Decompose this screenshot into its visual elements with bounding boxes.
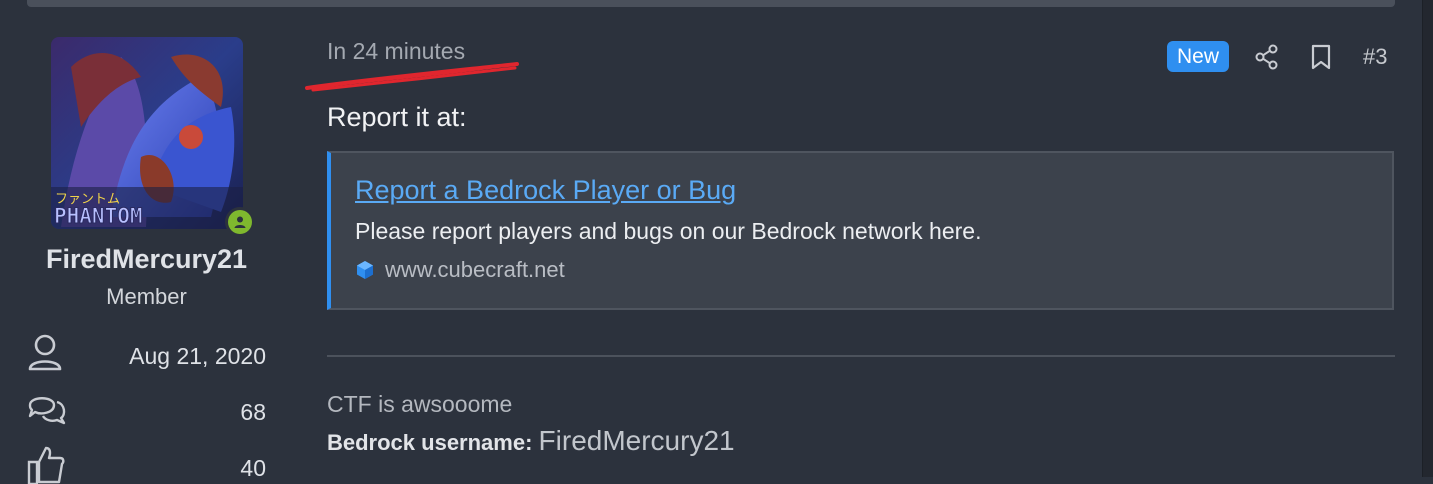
- avatar[interactable]: ファントム PHANTOM: [51, 37, 243, 229]
- svg-text:PHANTOM: PHANTOM: [54, 204, 143, 228]
- message-count: 68: [240, 399, 266, 425]
- user-icon: [28, 334, 62, 371]
- signature-line: CTF is awsooome: [327, 391, 513, 417]
- link-preview-domain: www.cubecraft.net: [355, 257, 565, 283]
- link-preview-domain-text: www.cubecraft.net: [385, 257, 565, 282]
- new-badge: New: [1167, 41, 1229, 72]
- post-number[interactable]: #3: [1363, 44, 1387, 70]
- online-icon: [234, 216, 246, 228]
- page-edge: [1422, 0, 1433, 477]
- joined-date: Aug 21, 2020: [129, 343, 266, 369]
- bookmark-icon[interactable]: [1310, 44, 1332, 70]
- cube-icon: [357, 261, 373, 279]
- link-preview[interactable]: Report a Bedrock Player or Bug Please re…: [327, 151, 1394, 310]
- user-title: Member: [106, 284, 187, 309]
- online-status: [225, 207, 255, 237]
- thumbs-up-icon: [27, 446, 65, 484]
- signature-label: Bedrock username:: [327, 430, 533, 455]
- share-icon[interactable]: [1254, 44, 1280, 70]
- comments-icon: [28, 397, 66, 425]
- link-preview-title[interactable]: Report a Bedrock Player or Bug: [355, 175, 736, 206]
- reaction-score: 40: [240, 455, 266, 481]
- avatar-image: ファントム PHANTOM: [51, 37, 243, 229]
- signature-username-line: Bedrock username: FiredMercury21: [327, 425, 735, 457]
- red-scribble-annotation: [305, 62, 519, 92]
- signature-divider: [327, 355, 1395, 357]
- signature-value: FiredMercury21: [538, 425, 735, 456]
- post-body-text: Report it at:: [327, 102, 467, 132]
- username[interactable]: FiredMercury21: [0, 244, 293, 275]
- link-preview-description: Please report players and bugs on our Be…: [355, 218, 982, 244]
- top-bar: [27, 0, 1395, 7]
